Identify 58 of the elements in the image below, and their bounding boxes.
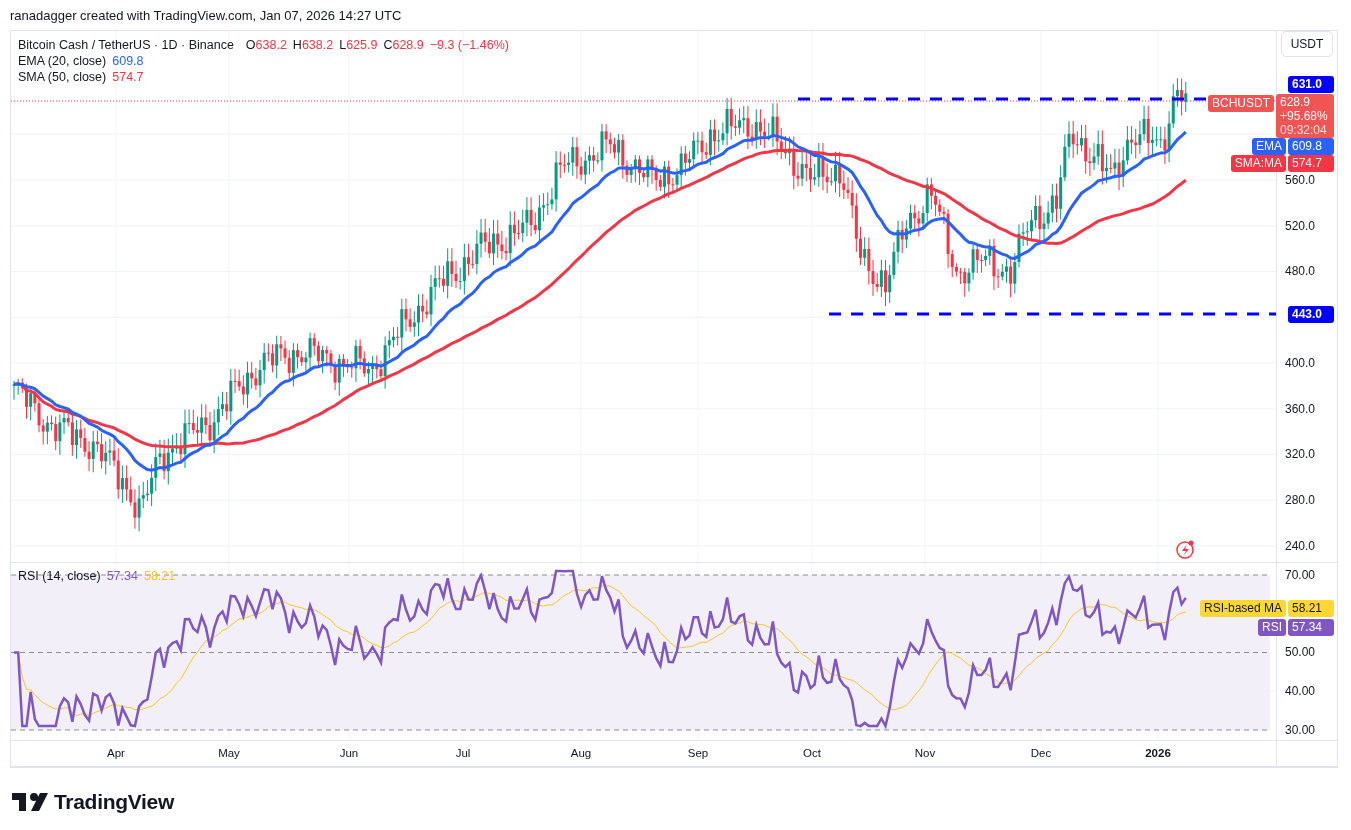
price-label: 560.0 [1285, 173, 1316, 187]
indicator-name: RSI (14, close) [18, 568, 101, 584]
indicator-name: EMA (20, close) [18, 53, 107, 69]
price-label: 240.0 [1285, 539, 1316, 553]
indicator-price: 58.21 [1288, 600, 1334, 617]
price-label: 520.0 [1285, 219, 1316, 233]
price-label: 320.0 [1285, 447, 1316, 461]
credit-text: ranadagger created with TradingView.com, Jan 07, 2026 14:27 UTC [10, 8, 402, 24]
rsi-level-label: 70.00 [1285, 568, 1316, 582]
rsi-level-label: 50.00 [1285, 645, 1316, 659]
logo-icon [12, 793, 48, 811]
lightning-icon [1176, 540, 1194, 559]
ohlc-label: H [292, 37, 302, 53]
indicator-price: 609.8 [1288, 138, 1334, 155]
price-label: 360.0 [1285, 402, 1316, 416]
percent-change: +95.68% [1280, 109, 1329, 123]
symbol-title: Bitcoin Cash / TetherUS · 1D · Binance [18, 37, 234, 53]
indicator-tag: EMA [1252, 138, 1286, 155]
ohlc-label: L [339, 37, 347, 53]
indicator-value: 58.21 [143, 568, 176, 584]
price-label: 400.0 [1285, 356, 1316, 370]
price-label: 280.0 [1285, 493, 1316, 507]
ohlc-value: 628.9 [392, 37, 424, 53]
month-label: Oct [803, 747, 821, 759]
price-label: 480.0 [1285, 264, 1316, 278]
currency-button[interactable]: USDT [1281, 31, 1333, 57]
ohlc-value: 625.9 [346, 37, 378, 53]
countdown-timer: 09:32:04 [1280, 123, 1328, 137]
rsi-level-label: 30.00 [1285, 723, 1316, 737]
price-line-label: 631.0 [1288, 76, 1334, 93]
price-line-label: 443.0 [1288, 306, 1334, 323]
indicator-value: 574.7 [112, 69, 144, 85]
month-label: Aug [570, 747, 592, 759]
month-label: 2026 [1145, 747, 1171, 759]
price-change: −9.3 (−1.46%) [429, 37, 509, 53]
month-label: Jun [339, 747, 359, 759]
month-label: Jul [455, 747, 471, 759]
indicator-tag: RSI [1258, 619, 1286, 636]
indicator-tag: SMA:MA [1230, 155, 1286, 172]
month-label: Nov [914, 747, 936, 759]
indicator-price: 57.34 [1288, 619, 1334, 636]
last-price: 628.9 [1280, 95, 1312, 109]
month-label: Sep [687, 747, 709, 759]
indicator-tag: RSI-based MA [1199, 600, 1286, 617]
month-label: May [218, 747, 240, 759]
month-label: Dec [1030, 747, 1052, 759]
symbol-tag: BCHUSDT [1208, 95, 1274, 112]
ohlc-value: 638.2 [301, 37, 334, 53]
indicator-name: SMA (50, close) [18, 69, 107, 85]
ohlc-label: C [383, 37, 393, 53]
ohlc-label: O [245, 37, 256, 53]
indicator-price: 574.7 [1288, 155, 1334, 172]
indicator-value: 57.34 [106, 568, 138, 584]
ohlc-value: 638.2 [255, 37, 287, 53]
rsi-level-label: 40.00 [1285, 684, 1316, 698]
indicator-value: 609.8 [112, 53, 144, 69]
month-label: Apr [107, 747, 125, 759]
brand-name: TradingView [54, 790, 174, 814]
